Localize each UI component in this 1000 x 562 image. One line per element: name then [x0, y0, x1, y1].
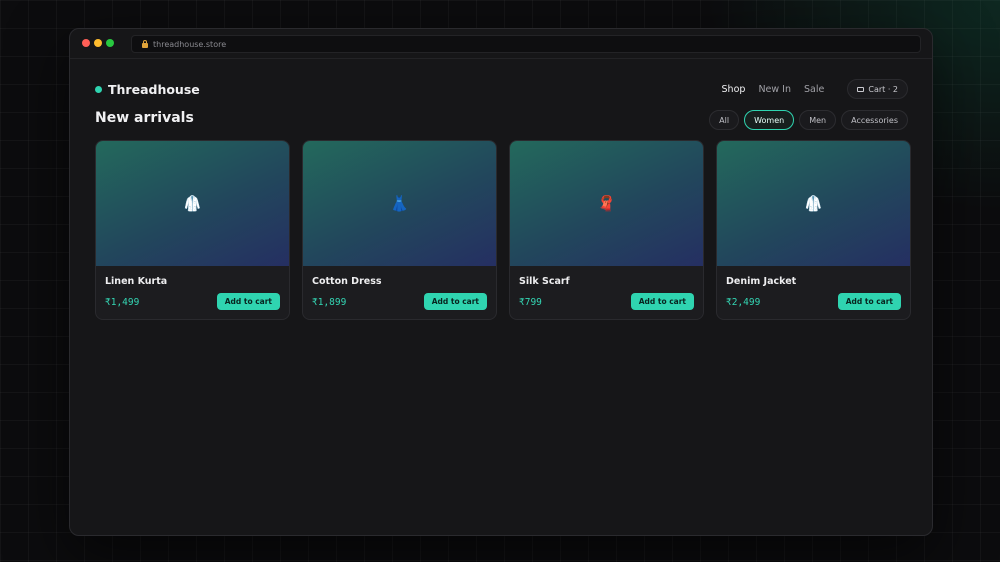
address-bar[interactable]: threadhouse.store — [131, 35, 921, 53]
product-card[interactable]: 🥼 Linen Kurta ₹1,499 Add to cart — [95, 140, 290, 320]
cart-button[interactable]: Cart · 2 — [847, 79, 908, 99]
close-window-icon[interactable] — [82, 39, 90, 47]
add-to-cart-button[interactable]: Add to cart — [216, 293, 280, 310]
nav-link-shop[interactable]: Shop — [722, 84, 746, 95]
product-image[interactable]: 👗 — [303, 141, 496, 266]
address-url: threadhouse.store — [153, 39, 227, 49]
maximize-window-icon[interactable] — [106, 39, 114, 47]
product-price: ₹2,499 — [726, 297, 761, 308]
cart-label: Cart · 2 — [868, 84, 898, 94]
add-to-cart-button[interactable]: Add to cart — [630, 293, 694, 310]
product-card[interactable]: 👗 Cotton Dress ₹1,899 Add to cart — [302, 140, 497, 320]
browser-titlebar: threadhouse.store — [70, 29, 932, 59]
product-image[interactable]: 🧣 — [510, 141, 703, 266]
product-image[interactable]: 🥼 — [717, 141, 910, 266]
brand-logo[interactable]: Threadhouse — [95, 82, 200, 97]
product-name[interactable]: Silk Scarf — [519, 276, 570, 287]
product-price: ₹1,499 — [105, 297, 140, 308]
filter-chip-all[interactable]: All — [709, 110, 740, 130]
filter-chip-accessories[interactable]: Accessories — [841, 110, 908, 130]
product-grid: 🥼 Linen Kurta ₹1,499 Add to cart 👗 Cotto… — [95, 140, 911, 320]
nav-link-sale[interactable]: Sale — [804, 84, 824, 95]
add-to-cart-button[interactable]: Add to cart — [837, 293, 901, 310]
product-card[interactable]: 🥼 Denim Jacket ₹2,499 Add to cart — [716, 140, 911, 320]
scarf-icon: 🧣 — [597, 194, 616, 212]
page-title: New arrivals — [95, 110, 194, 126]
jacket-icon: 🥼 — [804, 194, 823, 212]
add-to-cart-button[interactable]: Add to cart — [423, 293, 487, 310]
filter-chip-women[interactable]: Women — [744, 110, 795, 130]
brand-dot-icon — [95, 86, 102, 93]
browser-window: threadhouse.store Threadhouse Shop New I… — [69, 28, 933, 536]
product-name[interactable]: Linen Kurta — [105, 276, 167, 287]
product-name[interactable]: Cotton Dress — [312, 276, 382, 287]
product-image[interactable]: 🥼 — [96, 141, 289, 266]
lock-icon — [142, 39, 148, 48]
filter-chips: All Women Men Accessories — [704, 110, 908, 130]
cart-icon — [857, 86, 865, 92]
nav-link-new-in[interactable]: New In — [758, 84, 791, 95]
kurta-icon: 🥼 — [183, 194, 202, 212]
filter-chip-men[interactable]: Men — [799, 110, 837, 130]
product-price: ₹1,899 — [312, 297, 347, 308]
product-name[interactable]: Denim Jacket — [726, 276, 796, 287]
minimize-window-icon[interactable] — [94, 39, 102, 47]
top-nav: Shop New In Sale Cart · 2 — [722, 79, 908, 99]
product-price: ₹799 — [519, 297, 542, 308]
brand-name: Threadhouse — [108, 82, 200, 97]
product-card[interactable]: 🧣 Silk Scarf ₹799 Add to cart — [509, 140, 704, 320]
dress-icon: 👗 — [390, 194, 409, 212]
